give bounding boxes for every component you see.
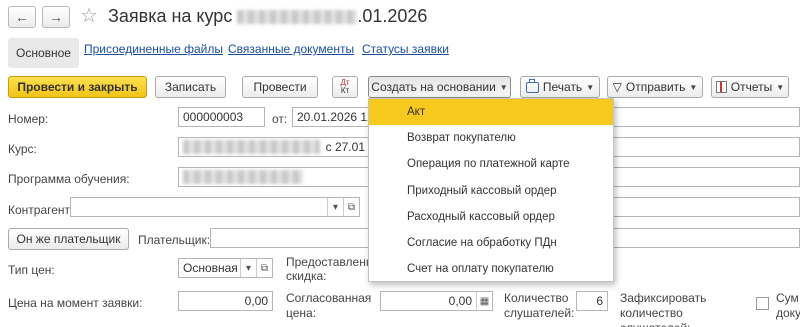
title-suffix: .01.2026 [357, 6, 428, 26]
chevron-down-icon: ▼ [776, 82, 785, 92]
agreed-price-label: Согласованная цена: [286, 291, 372, 320]
agreed-price-value: 0,00 [448, 294, 472, 308]
price-at-request-label: Цена на момент заявки: [8, 296, 143, 310]
post-and-close-button[interactable]: Провести и закрыть [8, 76, 147, 98]
agreed-price-field[interactable]: 0,00 ▦ [380, 291, 493, 311]
dropdown-arrow-icon[interactable]: ▾ [240, 259, 256, 277]
payer-field[interactable] [210, 228, 370, 248]
redacted-title-part [237, 10, 358, 25]
redacted-course-name [183, 140, 320, 154]
print-button[interactable]: Печать ▼ [520, 76, 600, 98]
sum-label-cut: Сум докум [776, 291, 800, 320]
dropdown-arrow-icon[interactable]: ▾ [327, 198, 343, 216]
counterparty-label: Контрагент: [8, 203, 74, 217]
tab-attached-files[interactable]: Присоединенные файлы [84, 42, 223, 56]
menu-item-act[interactable]: Акт [369, 99, 613, 126]
listeners-count-field[interactable]: 6 [576, 291, 608, 311]
open-form-icon[interactable]: ⧉ [343, 198, 359, 216]
menu-item-incoming-cash-order[interactable]: Приходный кассовый ордер [369, 178, 613, 204]
counterparty-field-right-part [614, 197, 800, 217]
payer-field-right-part [614, 228, 800, 248]
chevron-down-icon: ▼ [586, 82, 595, 92]
reports-button[interactable]: Отчеты ▼ [711, 76, 789, 98]
number-field[interactable]: 000000003 [178, 107, 265, 127]
same-payer-label: Он же плательщик [16, 232, 121, 246]
menu-item-pd-consent[interactable]: Согласие на обработку ПДн [369, 230, 613, 256]
send-button[interactable]: ▽ Отправить ▼ [607, 76, 703, 98]
post-and-close-label: Провести и закрыть [17, 80, 138, 94]
calculator-icon[interactable]: ▦ [476, 292, 492, 310]
open-form-icon[interactable]: ⧉ [256, 259, 272, 277]
fix-listeners-checkbox[interactable] [756, 297, 769, 310]
date-value: 20.01.2026 12 [297, 110, 370, 124]
fix-listeners-label: Зафиксировать количество слушателей: [620, 291, 707, 327]
create-based-on-menu: Акт Возврат покупателю Операция по плате… [368, 98, 614, 282]
price-at-request-field[interactable]: 0,00 [178, 291, 273, 311]
dt-kt-icon: Дт Кт [340, 79, 349, 95]
same-payer-button[interactable]: Он же плательщик [8, 228, 129, 250]
price-type-field[interactable]: Основная ▾ ⧉ [178, 258, 273, 278]
menu-item-outgoing-cash-order[interactable]: Расходный кассовый ордер [369, 204, 613, 230]
menu-item-return-to-customer[interactable]: Возврат покупателю [369, 125, 613, 151]
number-label: Номер: [8, 112, 49, 126]
course-field-right-part [614, 137, 800, 157]
program-label: Программа обучения: [8, 172, 130, 186]
listeners-count-value: 6 [596, 294, 603, 308]
menu-item-invoice-to-customer[interactable]: Счет на оплату покупателю [369, 256, 613, 282]
date-field-right-part [614, 107, 800, 127]
price-at-request-value: 0,00 [244, 294, 268, 308]
number-value: 000000003 [183, 110, 244, 124]
printer-icon [525, 78, 539, 93]
print-label: Печать [542, 80, 583, 94]
create-based-on-button[interactable]: Создать на основании ▼ [368, 76, 511, 98]
price-type-value: Основная [183, 261, 238, 275]
from-label: от: [272, 112, 288, 126]
course-value-suffix: с 27.01 [325, 140, 365, 154]
arrow-right-icon: → [49, 9, 63, 25]
report-icon [715, 81, 727, 93]
debit-credit-button[interactable]: Дт Кт [332, 76, 358, 98]
favorite-star-icon[interactable]: ☆ [80, 3, 98, 28]
chevron-down-icon: ▼ [689, 82, 698, 92]
counterparty-field[interactable]: ▾ ⧉ [70, 197, 360, 217]
post-label: Провести [253, 80, 307, 94]
create-based-label: Создать на основании [371, 80, 496, 94]
chevron-down-icon: ▼ [499, 82, 508, 92]
listeners-count-label: Количество слушателей: [504, 291, 575, 320]
save-button[interactable]: Записать [155, 76, 226, 98]
post-button[interactable]: Провести [242, 76, 318, 98]
save-label: Записать [164, 80, 217, 94]
arrow-left-icon: ← [15, 9, 29, 25]
page-title: Заявка на курс .01.2026 [108, 6, 427, 27]
send-label: Отправить [625, 80, 686, 94]
program-field[interactable] [178, 167, 370, 187]
price-type-label: Тип цен: [8, 263, 55, 277]
back-button[interactable]: ← [8, 6, 36, 28]
tab-main[interactable]: Основное [8, 38, 79, 68]
send-icon: ▽ [612, 80, 622, 94]
reports-label: Отчеты [730, 80, 773, 94]
tab-request-statuses[interactable]: Статусы заявки [362, 42, 449, 56]
provided-discount-label: Предоставленная скидка: [286, 255, 370, 283]
menu-item-card-payment[interactable]: Операция по платежной карте [369, 151, 613, 177]
forward-button[interactable]: → [42, 6, 70, 28]
redacted-program-name [183, 170, 303, 184]
program-field-right-part [614, 167, 800, 187]
course-label: Курс: [8, 142, 37, 156]
payer-label: Плательщик: [138, 233, 211, 247]
date-field[interactable]: 20.01.2026 12 [292, 107, 370, 127]
course-field[interactable]: с 27.01 [178, 137, 370, 157]
title-prefix: Заявка на курс [108, 6, 233, 26]
kt-label: Кт [340, 86, 350, 95]
tab-related-documents[interactable]: Связанные документы [228, 42, 354, 56]
